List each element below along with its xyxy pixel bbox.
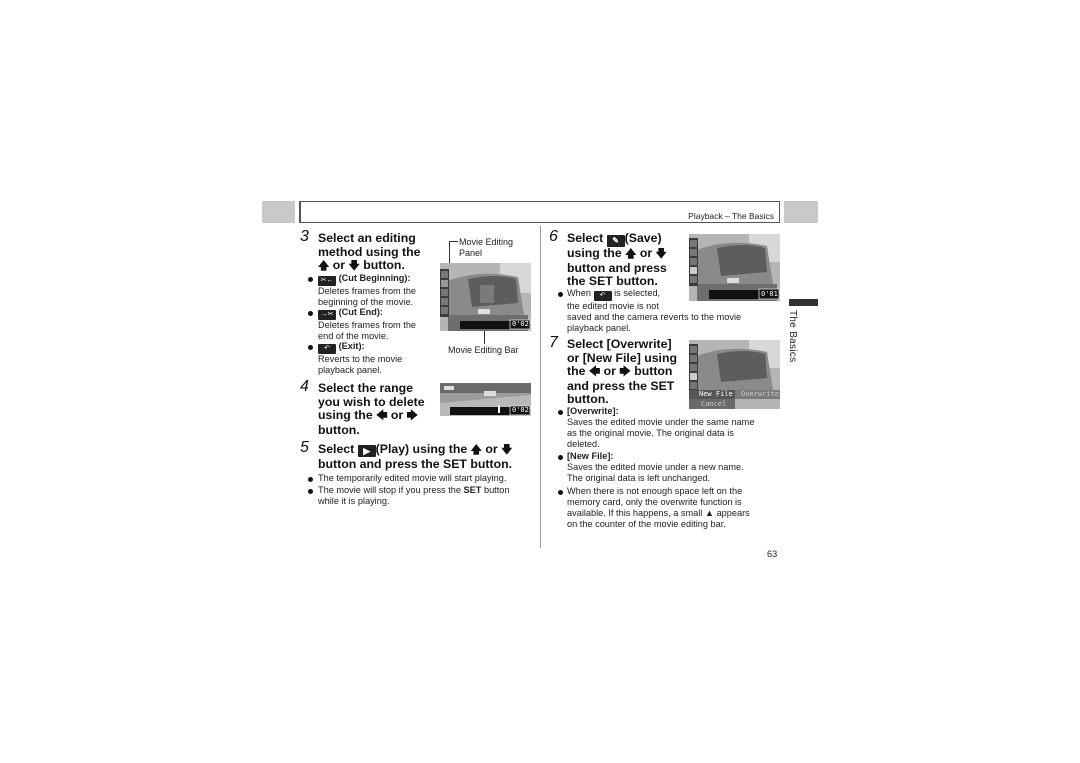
header-tab-left: [262, 201, 295, 223]
step-3-item-cut-end: →✂ (Cut End): Deletes frames from the en…: [318, 307, 417, 341]
bullet: [558, 455, 563, 460]
panel-callout-stem: [449, 241, 450, 263]
bullet: [308, 311, 313, 316]
step-3-item-cut-beginning: ✂← (Cut Beginning): Deletes frames from …: [318, 273, 417, 307]
down-arrow-icon: 🡇: [655, 248, 667, 260]
column-divider: [540, 226, 541, 548]
exit-icon: ↶: [593, 291, 612, 301]
step-7-number: 7: [549, 334, 558, 351]
screen-counter: 0'02": [512, 406, 531, 414]
train-photo: [689, 340, 780, 409]
step-3-item-exit: ↶ (Exit): Reverts to the movie playback …: [318, 341, 403, 375]
new-file-option: New File: [699, 390, 733, 398]
bullet: [308, 489, 313, 494]
section-title: Playback – The Basics: [688, 211, 774, 221]
step-7-bullet-space: When there is not enough space left on t…: [567, 486, 750, 529]
bullet: [558, 490, 563, 495]
up-arrow-icon: 🡅: [470, 444, 482, 456]
down-arrow-icon: 🡇: [501, 444, 513, 456]
side-tab-marker: [789, 299, 818, 306]
step-6-bullet: When ↶ is selected, the edited movie is …: [567, 288, 742, 333]
bar-callout-line: [484, 331, 485, 344]
cut-beginning-icon: ✂←: [318, 276, 336, 286]
bullet: [558, 292, 563, 297]
bullet: [308, 345, 313, 350]
step-7-bullet-overwrite: [Overwrite]: Saves the edited movie unde…: [567, 406, 755, 449]
panel-callout-line: [449, 241, 458, 242]
camera-screen-step-3: 0'02": [440, 263, 531, 331]
bullet: [558, 410, 563, 415]
cut-end-icon: →✂: [318, 310, 336, 320]
side-tab-label: The Basics: [787, 310, 798, 363]
header-tab-right: [784, 201, 818, 223]
step-4-title: Select the range you wish to delete usin…: [318, 381, 425, 437]
bullet: [308, 277, 313, 282]
step-4-number: 4: [300, 378, 309, 395]
up-arrow-icon: 🡅: [318, 260, 330, 273]
left-arrow-icon: 🡄: [588, 366, 601, 379]
down-arrow-icon: 🡇: [348, 260, 360, 273]
step-5-bullet-2: The movie will stop if you press the SET…: [318, 485, 510, 506]
camera-screen-step-7: New File Overwrite Cancel: [689, 340, 780, 409]
step-5-bullet-1: The temporarily edited movie will start …: [318, 473, 507, 483]
right-arrow-icon: 🡆: [406, 410, 418, 423]
movie-editing-panel-label: Movie Editing Panel: [459, 237, 514, 258]
screen-counter: 0'02": [512, 320, 531, 328]
right-arrow-icon: 🡆: [619, 366, 631, 379]
step-7-title: Select [Overwrite] or [New File] using t…: [567, 337, 677, 407]
step-6-number: 6: [549, 228, 558, 245]
movie-editing-bar-label: Movie Editing Bar: [448, 345, 519, 355]
exit-icon: ↶: [318, 344, 336, 354]
overwrite-option: Overwrite: [741, 390, 779, 398]
page-number: 63: [767, 549, 778, 559]
triangle-warning-icon: ▲: [704, 508, 714, 518]
step-3-number: 3: [300, 228, 309, 245]
play-icon: ▶: [357, 445, 376, 457]
camera-screen-step-4: 0'02": [440, 383, 531, 416]
step-3-title: Select an editing method using the 🡅 or …: [318, 231, 421, 273]
screen-counter: 0'01": [761, 290, 780, 298]
step-6-title: Select ✎ (Save) using the 🡅 or 🡇 button a…: [567, 231, 667, 289]
left-arrow-icon: 🡄: [376, 410, 388, 423]
step-5-number: 5: [300, 439, 309, 456]
step-5-title: Select ▶ (Play) using the 🡅 or 🡇 button a…: [318, 442, 513, 471]
bullet: [308, 477, 313, 482]
header-bar: Playback – The Basics: [299, 201, 780, 223]
up-arrow-icon: 🡅: [625, 248, 637, 260]
step-7-bullet-new-file: [New File]: Saves the edited movie under…: [567, 451, 744, 483]
